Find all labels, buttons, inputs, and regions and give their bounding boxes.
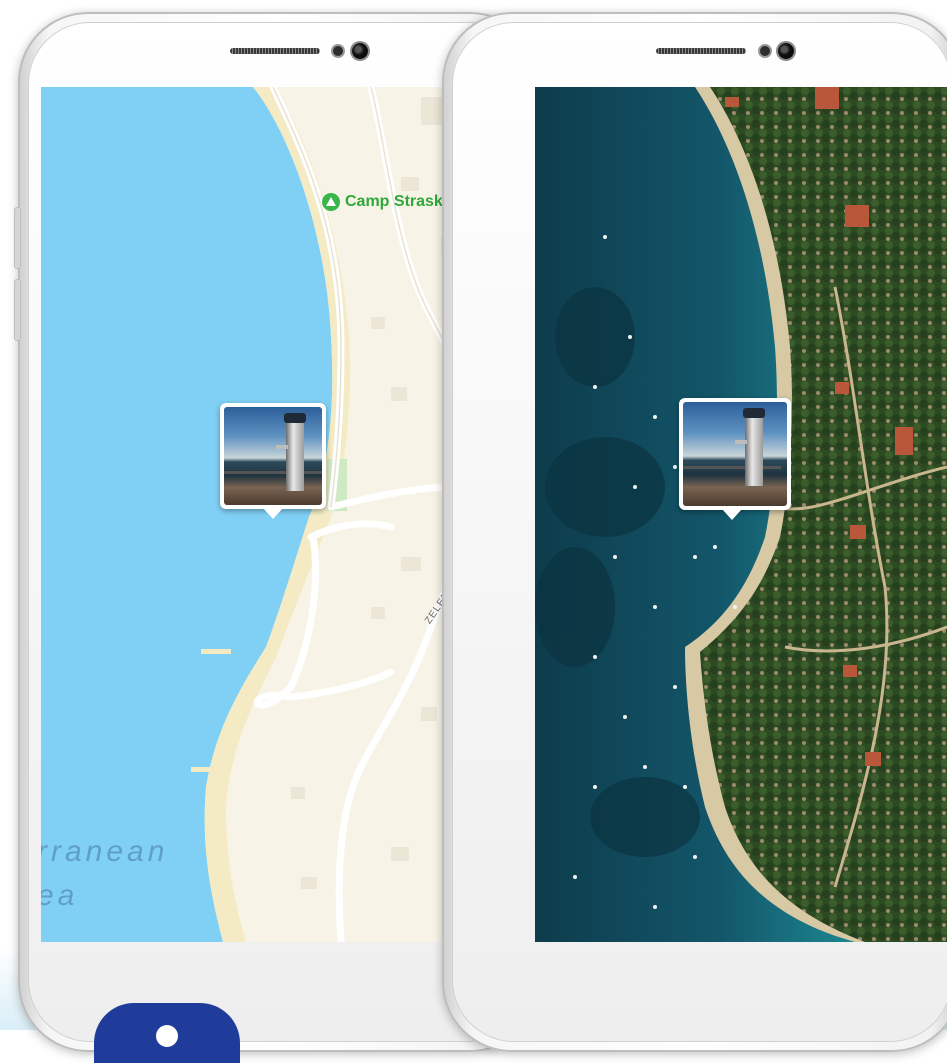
left-volume-up-button	[15, 208, 20, 268]
poi-camp-strasko[interactable]: Camp Strasko	[322, 193, 453, 211]
right-map-screen[interactable]	[535, 87, 947, 942]
badge-icon	[94, 1003, 240, 1063]
photo-pin[interactable]	[679, 398, 791, 520]
sea-label-line2: ea	[41, 879, 79, 912]
left-speaker-grill	[230, 48, 320, 54]
sea-label-line1: rranean	[41, 835, 169, 868]
left-front-camera-icon	[352, 43, 368, 59]
left-volume-down-button	[15, 280, 20, 340]
photo-pin[interactable]	[220, 403, 326, 519]
photo-thumbnail-icon	[683, 402, 787, 506]
right-proximity-sensor	[760, 46, 770, 56]
campground-icon	[322, 193, 340, 211]
photo-thumbnail-icon	[224, 407, 322, 505]
right-front-camera-icon	[778, 43, 794, 59]
poi-label: Camp Strasko	[345, 193, 453, 210]
right-speaker-grill	[656, 48, 746, 54]
left-proximity-sensor	[333, 46, 343, 56]
